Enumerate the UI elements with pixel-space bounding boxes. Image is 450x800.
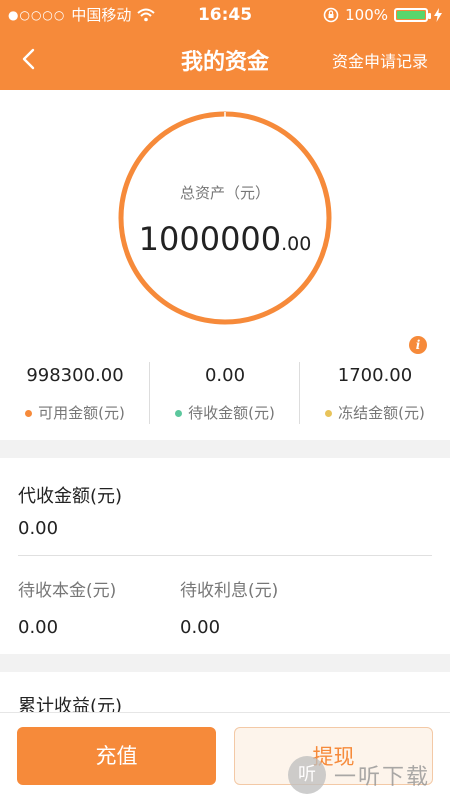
stat-frozen: 1700.00 冻结金额(元) <box>300 360 450 426</box>
cumulative-income-card: 累计收益(元) <box>0 672 450 712</box>
stat-label: 冻结金额(元) <box>338 404 425 422</box>
pending-interest-value: 0.00 <box>180 617 221 638</box>
watermark: 听 一听下载 <box>288 752 448 798</box>
stat-value: 1700.00 <box>337 365 413 386</box>
pending-principal: 待收本金(元) 0.00 <box>18 576 116 638</box>
divider <box>18 555 432 556</box>
total-assets-amount: 1000000.00 <box>117 220 333 258</box>
status-bar: ●○○○○ 中国移动 16:45 100% <box>0 0 450 30</box>
battery-icon <box>394 8 431 22</box>
total-assets-label: 总资产（元） <box>179 184 270 202</box>
pending-principal-value: 0.00 <box>18 617 59 638</box>
pending-interest: 待收利息(元) 0.00 <box>180 576 278 638</box>
total-assets-integer: 1000000 <box>138 220 282 258</box>
stat-value: 998300.00 <box>26 365 124 386</box>
charging-icon <box>434 8 442 22</box>
header: ●○○○○ 中国移动 16:45 100% 我的资金 资金申请记录 <box>0 0 450 90</box>
stat-label-row: 待收金额(元) <box>150 402 300 423</box>
collection-title: 代收金额(元) <box>18 486 123 507</box>
cumulative-income-title: 累计收益(元) <box>18 696 123 712</box>
battery-percent: 100% <box>345 6 388 24</box>
stat-label-row: 冻结金额(元) <box>300 402 450 423</box>
stat-label: 待收金额(元) <box>188 404 275 422</box>
stat-value: 0.00 <box>204 365 246 386</box>
total-assets-decimal: .00 <box>281 233 312 255</box>
stat-label-row: 可用金额(元) <box>0 402 150 423</box>
pending-principal-label: 待收本金(元) <box>18 581 117 601</box>
recharge-button[interactable]: 充值 <box>17 727 216 785</box>
status-right: 100% <box>323 0 442 30</box>
rotation-lock-icon <box>323 7 339 23</box>
asset-summary-card: 总资产（元） 1000000.00 i 998300.00 可用金额(元) 0.… <box>0 90 450 440</box>
watermark-logo-icon: 听 <box>288 756 326 794</box>
green-dot-icon <box>175 410 183 417</box>
asset-stats: 998300.00 可用金额(元) 0.00 待收金额(元) 1700.00 冻… <box>0 360 450 430</box>
collection-card: 代收金额(元) 0.00 待收本金(元) 0.00 待收利息(元) 0.00 <box>0 458 450 654</box>
collection-value: 0.00 <box>18 518 59 539</box>
total-assets-ring <box>118 111 332 325</box>
info-icon[interactable]: i <box>409 336 427 354</box>
orange-dot-icon <box>25 410 33 417</box>
nav-bar: 我的资金 资金申请记录 <box>0 30 450 90</box>
stat-available: 998300.00 可用金额(元) <box>0 360 150 426</box>
watermark-text: 一听下载 <box>334 765 431 790</box>
fund-application-records-link[interactable]: 资金申请记录 <box>332 48 428 72</box>
pending-interest-label: 待收利息(元) <box>180 581 279 601</box>
yellow-dot-icon <box>325 410 333 417</box>
stat-pending: 0.00 待收金额(元) <box>150 360 300 426</box>
stat-label: 可用金额(元) <box>38 404 125 422</box>
